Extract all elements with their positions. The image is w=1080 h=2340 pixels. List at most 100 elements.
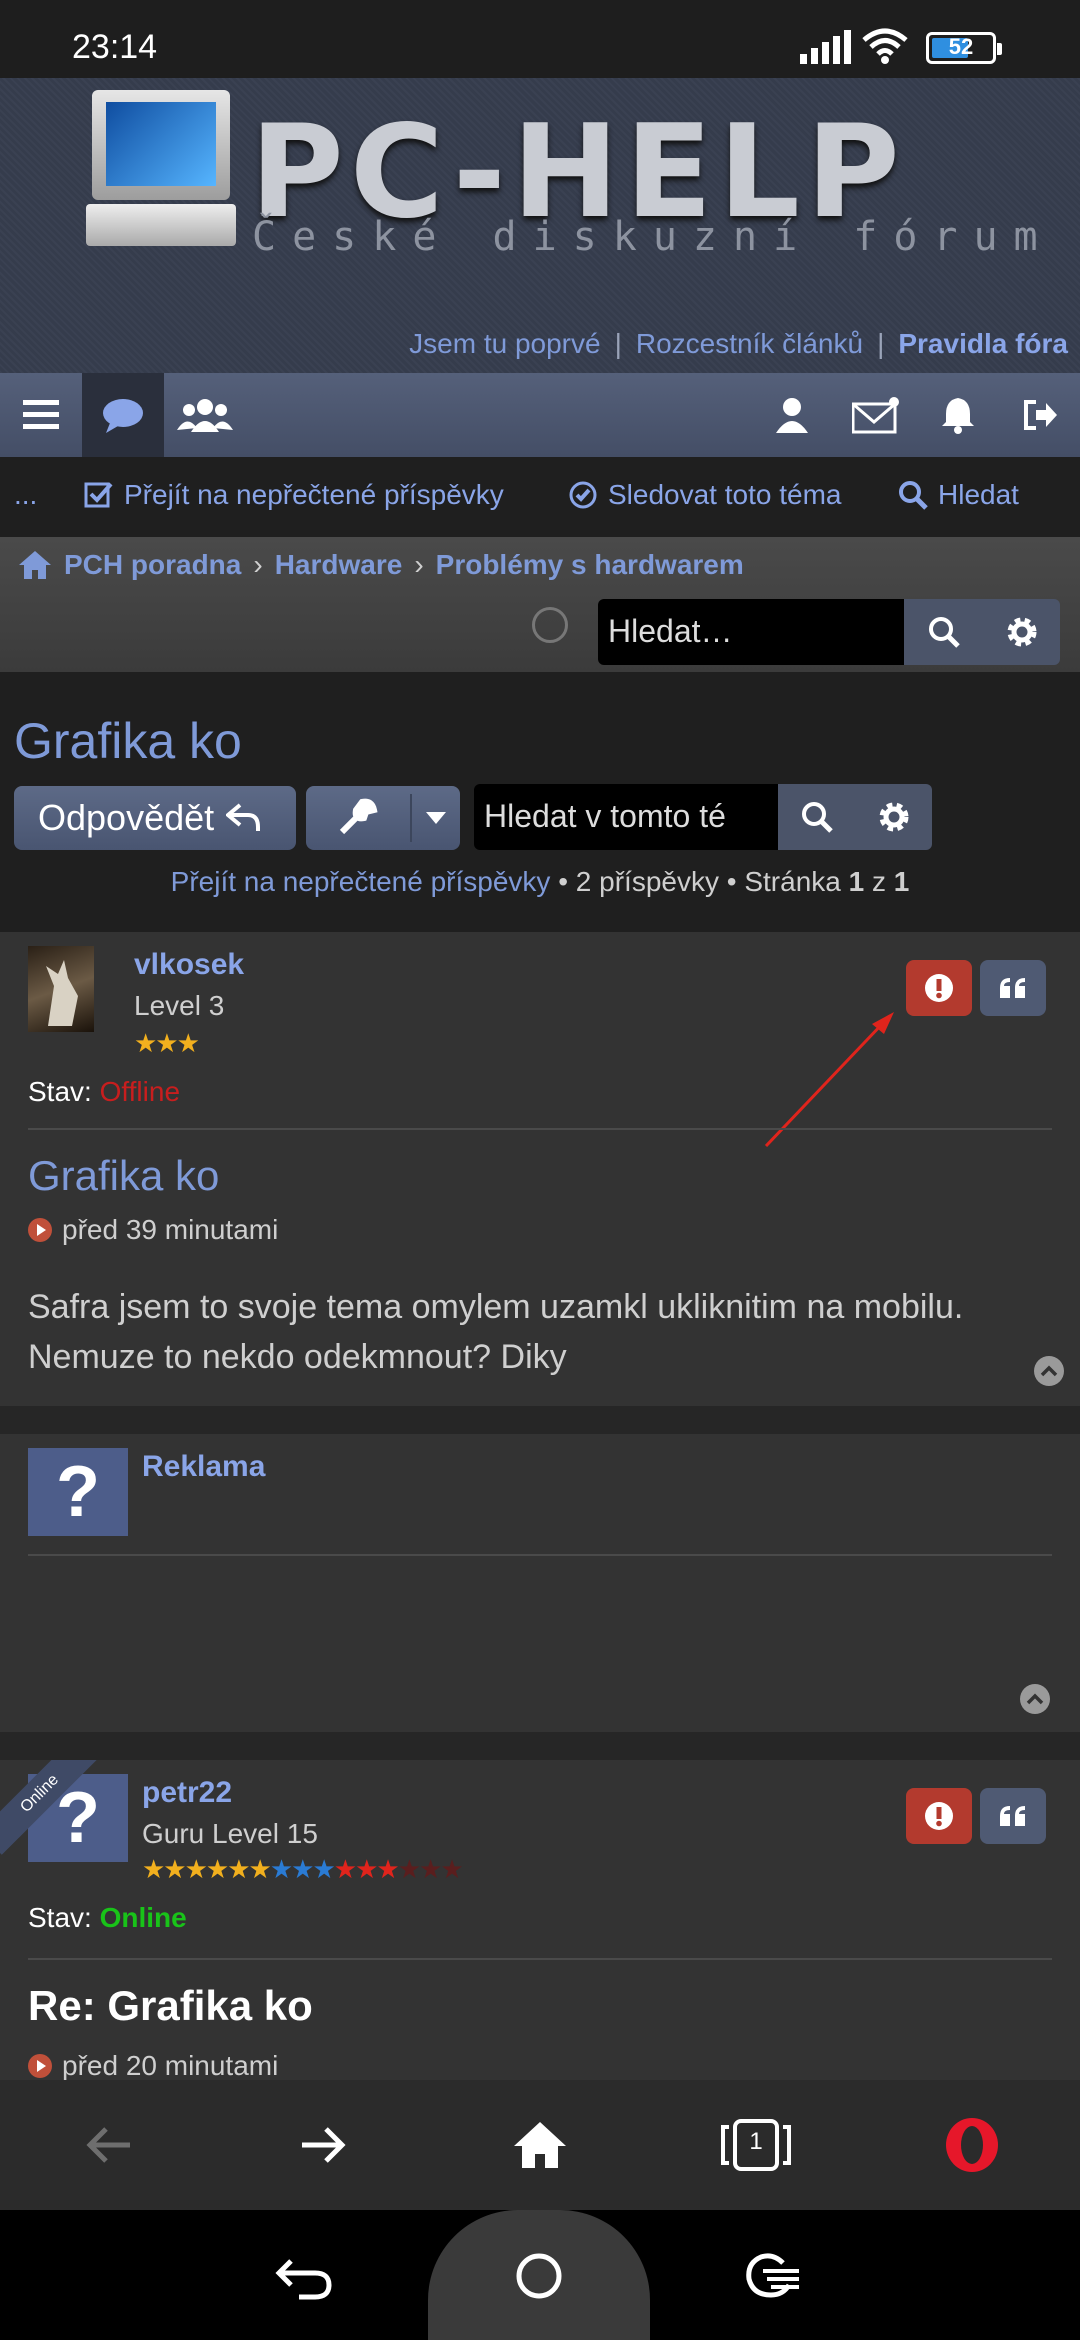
wrench-icon bbox=[339, 798, 378, 835]
post-time[interactable]: před 39 minutami bbox=[28, 1214, 278, 1246]
pager-unread-link[interactable]: Přejít na nepřečtené příspěvky bbox=[171, 866, 551, 897]
link-articles[interactable]: Rozcestník článků bbox=[636, 328, 863, 359]
browser-toolbar: 1 bbox=[0, 2080, 1080, 2210]
recents-icon[interactable] bbox=[738, 2246, 808, 2306]
user-icon[interactable] bbox=[752, 373, 832, 457]
signal-icon bbox=[800, 30, 851, 64]
system-nav-bar bbox=[0, 2210, 1080, 2340]
home-circle-icon[interactable] bbox=[504, 2246, 574, 2306]
post-username[interactable]: vlkosek bbox=[134, 948, 244, 982]
ad-post: ? Reklama bbox=[0, 1434, 1080, 1732]
home-icon[interactable] bbox=[18, 550, 52, 580]
search-icon bbox=[899, 481, 928, 510]
divider bbox=[28, 1958, 1052, 1960]
scroll-up-icon[interactable] bbox=[1034, 1356, 1064, 1386]
topic-pager: Přejít na nepřečtené příspěvky • 2 přísp… bbox=[170, 866, 910, 897]
post-username[interactable]: petr22 bbox=[142, 1776, 232, 1810]
menu-icon[interactable] bbox=[0, 373, 82, 457]
notifications-bell-icon[interactable] bbox=[918, 373, 998, 457]
topic-tools-button[interactable] bbox=[306, 786, 460, 850]
reply-arrow-icon bbox=[226, 803, 261, 831]
post-body: Safra jsem to svoje tema omylem uzamkl u… bbox=[28, 1288, 964, 1376]
link-first-time[interactable]: Jsem tu poprvé bbox=[409, 328, 600, 359]
post-title[interactable]: Grafika ko bbox=[28, 1152, 219, 1200]
stars-gold: ★★★★★★ bbox=[142, 1854, 272, 1884]
nav-bar bbox=[0, 373, 1080, 457]
banner-links: Jsem tu poprvé | Rozcestník článků | Pravidl… bbox=[409, 328, 1068, 359]
gear-icon bbox=[1007, 617, 1037, 647]
post-count: 2 příspěvky bbox=[575, 866, 719, 897]
breadcrumb-item[interactable]: Problémy s hardwarem bbox=[436, 549, 744, 581]
battery-level: 52 bbox=[948, 34, 974, 59]
reply-button[interactable]: Odpovědět bbox=[14, 786, 296, 850]
user-status: Stav: Offline bbox=[28, 1076, 180, 1108]
post-time-text: před 39 minutami bbox=[62, 1214, 279, 1245]
header-search-input[interactable]: Hledat… bbox=[598, 599, 908, 665]
avatar[interactable] bbox=[28, 946, 94, 1032]
rank-stars: ★★★ bbox=[134, 1028, 200, 1058]
forward-arrow-icon[interactable] bbox=[284, 2110, 364, 2180]
quote-button[interactable] bbox=[980, 960, 1046, 1016]
computer-logo-icon bbox=[92, 90, 230, 200]
watch-topic-action[interactable]: Sledovat toto téma bbox=[568, 479, 841, 511]
alert-icon bbox=[925, 1802, 953, 1830]
back-arrow-icon[interactable] bbox=[68, 2110, 148, 2180]
status-label: Stav: bbox=[28, 1076, 92, 1107]
chevron-right-icon: › bbox=[253, 549, 263, 580]
breadcrumb: PCH poradna › Hardware › Problémy s hard… bbox=[18, 549, 744, 581]
post: ? Online petr22 Guru Level 15 ★★★★★★★★★★… bbox=[0, 1760, 1080, 2080]
stars-blue: ★★★ bbox=[269, 1854, 336, 1884]
topic-search-button[interactable] bbox=[778, 784, 856, 850]
scroll-up-icon[interactable] bbox=[1020, 1684, 1050, 1714]
goto-unread-action[interactable]: Přejít na nepřečtené příspěvky bbox=[84, 479, 504, 511]
search-action[interactable]: Hledat bbox=[898, 479, 1019, 511]
members-icon[interactable] bbox=[164, 373, 246, 457]
breadcrumb-item[interactable]: PCH poradna bbox=[64, 549, 241, 581]
total-pages: 1 bbox=[893, 866, 910, 897]
forum-chat-icon[interactable] bbox=[82, 373, 164, 457]
checkbox-icon bbox=[84, 482, 113, 508]
more-actions[interactable]: ... bbox=[14, 479, 37, 511]
header-search-settings[interactable] bbox=[984, 599, 1060, 665]
post-time-text: před 20 minutami bbox=[62, 2050, 279, 2080]
post-title[interactable]: Re: Grafika ko bbox=[28, 1982, 313, 2030]
forum-banner: PC-HELP České diskuzní fórum Jsem tu pop… bbox=[0, 78, 1080, 373]
header-search-button[interactable] bbox=[904, 599, 984, 665]
status-label: Stav: bbox=[28, 1902, 92, 1933]
post-time[interactable]: před 20 minutami bbox=[28, 2050, 278, 2080]
stars-dark: ★★★ bbox=[397, 1854, 464, 1884]
play-icon bbox=[28, 1218, 52, 1242]
report-button[interactable] bbox=[906, 960, 972, 1016]
quote-icon bbox=[1000, 978, 1025, 998]
breadcrumb-bar: PCH poradna › Hardware › Problémy s hard… bbox=[0, 537, 1080, 672]
back-gesture-icon[interactable] bbox=[270, 2246, 340, 2306]
watch-topic-label: Sledovat toto téma bbox=[608, 479, 842, 510]
status-offline: Offline bbox=[99, 1076, 181, 1107]
search-action-label: Hledat bbox=[938, 479, 1019, 510]
post-user-level: Guru Level 15 bbox=[142, 1818, 318, 1849]
topic-header: Grafika ko Odpovědět Hledat v tomto té P… bbox=[0, 672, 1080, 932]
breadcrumb-item[interactable]: Hardware bbox=[275, 549, 403, 581]
opera-menu-icon[interactable] bbox=[932, 2110, 1012, 2180]
status-bar: 23:14 52 bbox=[0, 0, 1080, 78]
search-icon bbox=[802, 802, 833, 833]
chevron-down-icon bbox=[426, 812, 446, 824]
gear-icon bbox=[879, 802, 909, 832]
status-time: 23:14 bbox=[72, 28, 158, 66]
topic-search-settings[interactable] bbox=[856, 784, 932, 850]
topic-search-input[interactable]: Hledat v tomto té bbox=[474, 784, 778, 850]
post-username[interactable]: Reklama bbox=[142, 1450, 265, 1484]
computer-base-icon bbox=[86, 204, 236, 246]
messages-icon[interactable] bbox=[836, 373, 916, 457]
page-prefix: Stránka bbox=[744, 866, 841, 897]
play-icon bbox=[28, 2054, 52, 2078]
report-button[interactable] bbox=[906, 1788, 972, 1844]
avatar: ? bbox=[28, 1448, 128, 1536]
logout-icon[interactable] bbox=[1000, 373, 1080, 457]
link-rules[interactable]: Pravidla fóra bbox=[898, 328, 1068, 359]
tabs-icon[interactable]: 1 bbox=[716, 2110, 796, 2180]
divider bbox=[28, 1554, 1052, 1556]
quote-button[interactable] bbox=[980, 1788, 1046, 1844]
home-icon[interactable] bbox=[500, 2110, 580, 2180]
wifi-icon bbox=[862, 28, 908, 64]
